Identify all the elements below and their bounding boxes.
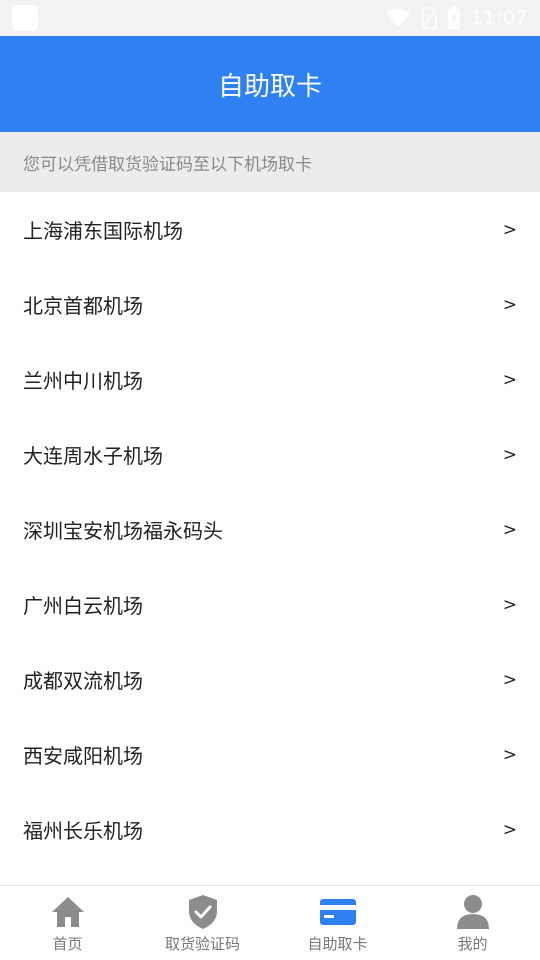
airport-name: 兰州中川机场 <box>23 369 143 393</box>
notice-banner: 您可以凭借取货验证码至以下机场取卡 <box>0 132 540 192</box>
card-icon <box>319 893 357 931</box>
airport-name: 西安咸阳机场 <box>23 744 143 768</box>
home-icon <box>49 893 87 931</box>
tab-home[interactable]: 首页 <box>0 886 135 960</box>
chevron-right-icon: > <box>502 444 517 465</box>
list-item-airport[interactable]: 大连周水子机场 > <box>0 417 540 492</box>
status-time: 11:07 <box>470 7 528 29</box>
airport-name: 大连周水子机场 <box>23 444 163 468</box>
list-item-airport[interactable]: 福州长乐机场 > <box>0 792 540 867</box>
tab-profile[interactable]: 我的 <box>405 886 540 960</box>
chevron-right-icon: > <box>502 219 517 240</box>
tab-label: 取货验证码 <box>164 935 240 953</box>
page-title: 自助取卡 <box>217 71 322 102</box>
airport-name: 上海浦东国际机场 <box>23 219 183 243</box>
tab-verification-code[interactable]: 取货验证码 <box>135 886 270 960</box>
bottom-tab-bar: 首页 取货验证码 自助取卡 我的 <box>0 885 540 960</box>
airport-name: 福州长乐机场 <box>23 819 143 843</box>
status-bar: 11:07 <box>0 0 540 36</box>
status-indicators: 11:07 <box>385 6 528 30</box>
chevron-right-icon: > <box>502 294 517 315</box>
airport-name: 广州白云机场 <box>23 594 143 618</box>
list-item-airport[interactable]: 北京首都机场 > <box>0 267 540 342</box>
list-item-airport[interactable]: 广州白云机场 > <box>0 567 540 642</box>
tab-label: 我的 <box>457 935 488 953</box>
chevron-right-icon: > <box>502 669 517 690</box>
shield-check-icon <box>184 893 222 931</box>
tab-self-service-card[interactable]: 自助取卡 <box>270 886 405 960</box>
airport-name: 成都双流机场 <box>23 669 143 693</box>
app-bar: 自助取卡 <box>0 36 540 132</box>
sim-card-icon <box>421 7 437 29</box>
chevron-right-icon: > <box>502 369 517 390</box>
tab-label: 首页 <box>52 935 83 953</box>
list-item-airport[interactable]: 兰州中川机场 > <box>0 342 540 417</box>
chevron-right-icon: > <box>502 594 517 615</box>
list-item-airport[interactable]: 西安咸阳机场 > <box>0 717 540 792</box>
list-item-airport[interactable]: 成都双流机场 > <box>0 642 540 717</box>
list-item-airport[interactable]: 深圳宝安机场福永码头 > <box>0 492 540 567</box>
chevron-right-icon: > <box>502 744 517 765</box>
user-icon <box>454 893 492 931</box>
airport-list: 上海浦东国际机场 > 北京首都机场 > 兰州中川机场 > 大连周水子机场 > 深… <box>0 192 540 867</box>
tab-label: 自助取卡 <box>307 935 368 953</box>
chevron-right-icon: > <box>502 819 517 840</box>
airport-name: 北京首都机场 <box>23 294 143 318</box>
app-notification-icon <box>12 5 38 31</box>
list-item-airport[interactable]: 上海浦东国际机场 > <box>0 192 540 267</box>
battery-charging-icon <box>447 6 460 29</box>
airport-name: 深圳宝安机场福永码头 <box>23 519 223 543</box>
wifi-icon <box>385 8 410 27</box>
chevron-right-icon: > <box>502 519 517 540</box>
notice-text: 您可以凭借取货验证码至以下机场取卡 <box>23 154 312 175</box>
